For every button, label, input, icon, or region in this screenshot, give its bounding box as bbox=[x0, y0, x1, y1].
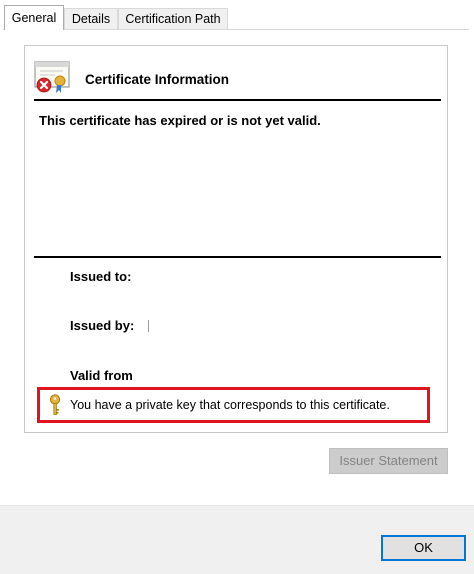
certificate-status-message: This certificate has expired or is not y… bbox=[39, 113, 321, 128]
private-key-message: You have a private key that corresponds … bbox=[70, 398, 390, 412]
text-cursor bbox=[148, 320, 149, 332]
issued-by-label: Issued by: bbox=[70, 318, 135, 333]
ok-button[interactable]: OK bbox=[381, 535, 466, 561]
panel-heading: Certificate Information bbox=[85, 72, 230, 87]
tab-certification-path[interactable]: Certification Path bbox=[118, 8, 228, 29]
tab-strip-divider bbox=[3, 29, 469, 30]
valid-from-label: Valid from bbox=[70, 368, 133, 383]
heading-divider bbox=[34, 99, 441, 101]
issuer-statement-button[interactable]: Issuer Statement bbox=[329, 448, 448, 474]
tab-details[interactable]: Details bbox=[64, 8, 118, 29]
details-divider bbox=[34, 256, 441, 258]
tab-general[interactable]: General bbox=[4, 5, 64, 30]
key-icon bbox=[49, 394, 61, 415]
certificate-error-icon bbox=[34, 61, 70, 93]
issued-to-label: Issued to: bbox=[70, 269, 132, 284]
